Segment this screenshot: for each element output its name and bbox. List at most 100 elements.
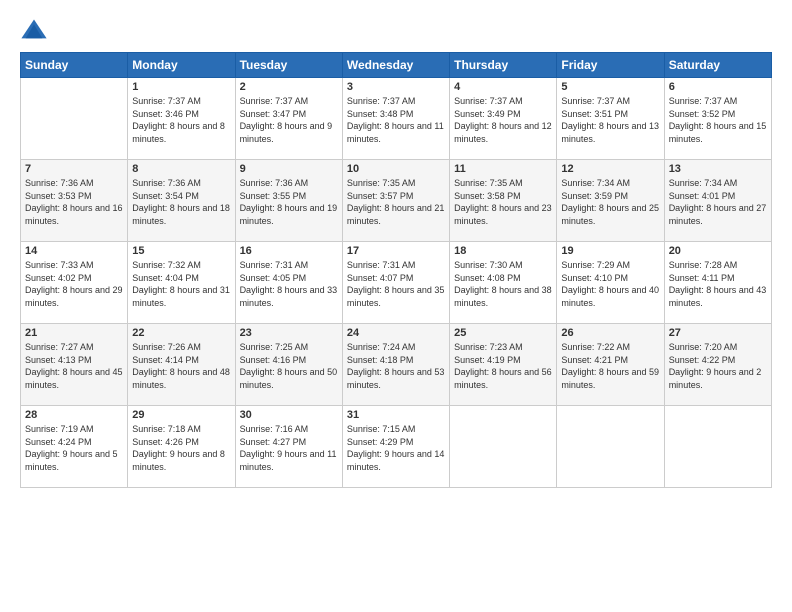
day-info: Sunrise: 7:31 AMSunset: 4:05 PMDaylight:… (240, 259, 338, 309)
calendar-cell: 17Sunrise: 7:31 AMSunset: 4:07 PMDayligh… (342, 242, 449, 324)
calendar-cell: 16 Sunrise: 7:31 AMSunset: 4:05 PMDayligh… (235, 242, 342, 324)
day-number: 30 (240, 409, 338, 421)
day-number: 8 (132, 163, 230, 175)
calendar-cell: 8 Sunrise: 7:36 AMSunset: 3:54 PMDaylight… (128, 160, 235, 242)
day-info: Sunrise: 7:19 AMSunset: 4:24 PMDaylight:… (25, 423, 123, 473)
day-info: Sunrise: 7:16 AMSunset: 4:27 PMDaylight:… (240, 423, 338, 473)
logo (20, 16, 50, 44)
day-number: 16 (240, 245, 338, 257)
day-number: 4 (454, 81, 552, 93)
day-number: 11 (454, 163, 552, 175)
calendar-cell: 24 Sunrise: 7:24 AMSunset: 4:18 PMDayligh… (342, 324, 449, 406)
week-row-4: 28 Sunrise: 7:19 AMSunset: 4:24 PMDayligh… (21, 406, 772, 488)
day-number: 22 (132, 327, 230, 339)
day-number: 24 (347, 327, 445, 339)
calendar-cell: 19 Sunrise: 7:29 AMSunset: 4:10 PMDayligh… (557, 242, 664, 324)
day-number: 3 (347, 81, 445, 93)
day-info: Sunrise: 7:37 AMSunset: 3:49 PMDaylight:… (454, 95, 552, 145)
day-info: Sunrise: 7:37 AMSunset: 3:48 PMDaylight:… (347, 95, 445, 145)
day-info: Sunrise: 7:25 AMSunset: 4:16 PMDaylight:… (240, 341, 338, 391)
day-info: Sunrise: 7:23 AMSunset: 4:19 PMDaylight:… (454, 341, 552, 391)
day-header-tuesday: Tuesday (235, 53, 342, 78)
calendar-cell: 31Sunrise: 7:15 AMSunset: 4:29 PMDayligh… (342, 406, 449, 488)
day-info: Sunrise: 7:26 AMSunset: 4:14 PMDaylight:… (132, 341, 230, 391)
calendar-cell: 26 Sunrise: 7:22 AMSunset: 4:21 PMDayligh… (557, 324, 664, 406)
day-number: 13 (669, 163, 767, 175)
day-info: Sunrise: 7:22 AMSunset: 4:21 PMDaylight:… (561, 341, 659, 391)
day-number: 27 (669, 327, 767, 339)
day-header-sunday: Sunday (21, 53, 128, 78)
day-number: 20 (669, 245, 767, 257)
day-header-thursday: Thursday (450, 53, 557, 78)
day-info: Sunrise: 7:28 AMSunset: 4:11 PMDaylight:… (669, 259, 767, 309)
week-row-0: 1Sunrise: 7:37 AMSunset: 3:46 PMDaylight… (21, 78, 772, 160)
day-number: 26 (561, 327, 659, 339)
day-header-wednesday: Wednesday (342, 53, 449, 78)
calendar-cell: 12 Sunrise: 7:34 AMSunset: 3:59 PMDayligh… (557, 160, 664, 242)
week-row-3: 21 Sunrise: 7:27 AMSunset: 4:13 PMDayligh… (21, 324, 772, 406)
day-number: 25 (454, 327, 552, 339)
calendar-cell: 11 Sunrise: 7:35 AMSunset: 3:58 PMDayligh… (450, 160, 557, 242)
day-number: 23 (240, 327, 338, 339)
day-number: 21 (25, 327, 123, 339)
calendar-cell: 10Sunrise: 7:35 AMSunset: 3:57 PMDayligh… (342, 160, 449, 242)
page: SundayMondayTuesdayWednesdayThursdayFrid… (0, 0, 792, 612)
calendar-cell: 6 Sunrise: 7:37 AMSunset: 3:52 PMDaylight… (664, 78, 771, 160)
calendar-cell (450, 406, 557, 488)
day-info: Sunrise: 7:15 AMSunset: 4:29 PMDaylight:… (347, 423, 445, 473)
day-info: Sunrise: 7:36 AMSunset: 3:53 PMDaylight:… (25, 177, 123, 227)
calendar-cell: 14 Sunrise: 7:33 AMSunset: 4:02 PMDayligh… (21, 242, 128, 324)
day-info: Sunrise: 7:35 AMSunset: 3:58 PMDaylight:… (454, 177, 552, 227)
calendar-cell: 28 Sunrise: 7:19 AMSunset: 4:24 PMDayligh… (21, 406, 128, 488)
day-info: Sunrise: 7:29 AMSunset: 4:10 PMDaylight:… (561, 259, 659, 309)
calendar-cell: 22 Sunrise: 7:26 AMSunset: 4:14 PMDayligh… (128, 324, 235, 406)
day-number: 7 (25, 163, 123, 175)
day-number: 2 (240, 81, 338, 93)
day-info: Sunrise: 7:36 AMSunset: 3:54 PMDaylight:… (132, 177, 230, 227)
day-info: Sunrise: 7:33 AMSunset: 4:02 PMDaylight:… (25, 259, 123, 309)
calendar-table: SundayMondayTuesdayWednesdayThursdayFrid… (20, 52, 772, 488)
calendar-cell: 9Sunrise: 7:36 AMSunset: 3:55 PMDaylight… (235, 160, 342, 242)
day-number: 9 (240, 163, 338, 175)
day-info: Sunrise: 7:31 AMSunset: 4:07 PMDaylight:… (347, 259, 445, 309)
day-info: Sunrise: 7:34 AMSunset: 4:01 PMDaylight:… (669, 177, 767, 227)
day-number: 28 (25, 409, 123, 421)
calendar-cell: 7 Sunrise: 7:36 AMSunset: 3:53 PMDaylight… (21, 160, 128, 242)
day-header-saturday: Saturday (664, 53, 771, 78)
day-number: 1 (132, 81, 230, 93)
day-info: Sunrise: 7:34 AMSunset: 3:59 PMDaylight:… (561, 177, 659, 227)
calendar-cell (21, 78, 128, 160)
day-info: Sunrise: 7:32 AMSunset: 4:04 PMDaylight:… (132, 259, 230, 309)
day-info: Sunrise: 7:27 AMSunset: 4:13 PMDaylight:… (25, 341, 123, 391)
calendar-cell (557, 406, 664, 488)
calendar-cell: 2 Sunrise: 7:37 AMSunset: 3:47 PMDaylight… (235, 78, 342, 160)
calendar-cell: 30 Sunrise: 7:16 AMSunset: 4:27 PMDayligh… (235, 406, 342, 488)
day-number: 5 (561, 81, 659, 93)
day-info: Sunrise: 7:30 AMSunset: 4:08 PMDaylight:… (454, 259, 552, 309)
day-info: Sunrise: 7:37 AMSunset: 3:52 PMDaylight:… (669, 95, 767, 145)
calendar-cell: 20 Sunrise: 7:28 AMSunset: 4:11 PMDayligh… (664, 242, 771, 324)
calendar-cell: 15Sunrise: 7:32 AMSunset: 4:04 PMDayligh… (128, 242, 235, 324)
day-header-friday: Friday (557, 53, 664, 78)
calendar-cell: 27 Sunrise: 7:20 AMSunset: 4:22 PMDayligh… (664, 324, 771, 406)
calendar-cell: 21 Sunrise: 7:27 AMSunset: 4:13 PMDayligh… (21, 324, 128, 406)
day-info: Sunrise: 7:37 AMSunset: 3:47 PMDaylight:… (240, 95, 338, 145)
calendar-cell: 3 Sunrise: 7:37 AMSunset: 3:48 PMDaylight… (342, 78, 449, 160)
day-info: Sunrise: 7:20 AMSunset: 4:22 PMDaylight:… (669, 341, 767, 391)
day-number: 12 (561, 163, 659, 175)
calendar-cell: 29 Sunrise: 7:18 AMSunset: 4:26 PMDayligh… (128, 406, 235, 488)
day-number: 19 (561, 245, 659, 257)
day-number: 6 (669, 81, 767, 93)
calendar-cell: 18Sunrise: 7:30 AMSunset: 4:08 PMDayligh… (450, 242, 557, 324)
calendar-cell: 1Sunrise: 7:37 AMSunset: 3:46 PMDaylight… (128, 78, 235, 160)
day-number: 10 (347, 163, 445, 175)
calendar-cell: 4 Sunrise: 7:37 AMSunset: 3:49 PMDaylight… (450, 78, 557, 160)
day-info: Sunrise: 7:24 AMSunset: 4:18 PMDaylight:… (347, 341, 445, 391)
day-number: 14 (25, 245, 123, 257)
week-row-2: 14 Sunrise: 7:33 AMSunset: 4:02 PMDayligh… (21, 242, 772, 324)
week-row-1: 7 Sunrise: 7:36 AMSunset: 3:53 PMDaylight… (21, 160, 772, 242)
day-number: 29 (132, 409, 230, 421)
calendar-cell: 23 Sunrise: 7:25 AMSunset: 4:16 PMDayligh… (235, 324, 342, 406)
day-info: Sunrise: 7:18 AMSunset: 4:26 PMDaylight:… (132, 423, 230, 473)
calendar-cell: 13 Sunrise: 7:34 AMSunset: 4:01 PMDayligh… (664, 160, 771, 242)
